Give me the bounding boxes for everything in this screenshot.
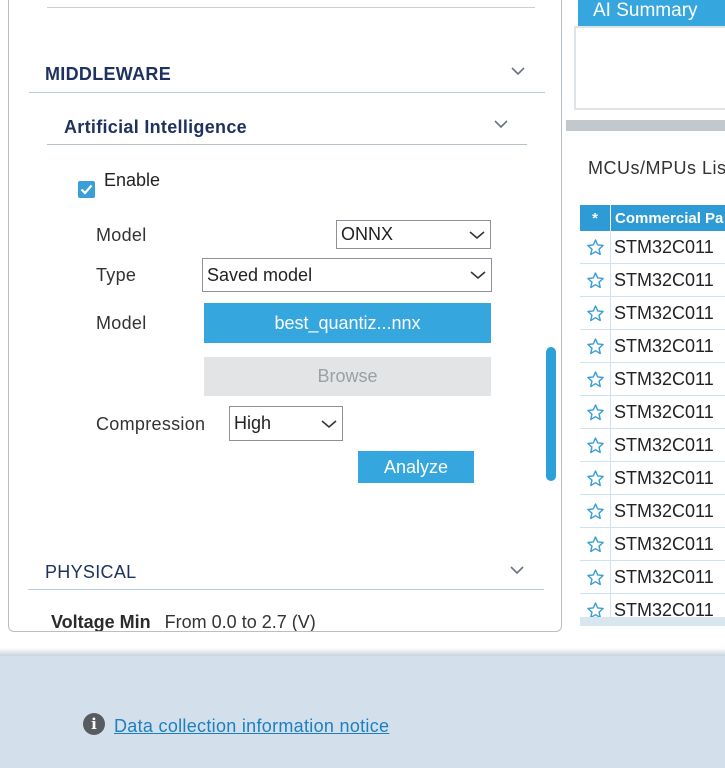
enable-checkbox[interactable]	[78, 181, 95, 198]
star-icon[interactable]	[580, 429, 611, 461]
star-icon[interactable]	[580, 297, 611, 329]
divider	[29, 92, 545, 93]
commercial-part-cell: STM32C011	[614, 533, 714, 554]
star-column-header[interactable]: *	[580, 205, 611, 231]
commercial-part-cell: STM32C011	[614, 269, 714, 290]
table-row[interactable]: STM32C011	[580, 561, 725, 594]
scrollbar-thumb[interactable]	[546, 347, 556, 481]
type-select-value: Saved model	[207, 264, 313, 285]
footer	[0, 656, 725, 768]
commercial-part-cell: STM32C011	[614, 434, 714, 455]
table-row[interactable]: STM32C011	[580, 264, 725, 297]
star-icon[interactable]	[580, 330, 611, 362]
physical-title[interactable]: PHYSICAL	[45, 562, 136, 583]
enable-label: Enable	[104, 170, 161, 190]
star-icon[interactable]	[580, 462, 611, 494]
footer-shadow	[0, 648, 725, 656]
commercial-part-cell: STM32C011	[614, 335, 714, 356]
chevron-down-icon[interactable]	[510, 563, 524, 577]
commercial-part-cell: STM32C011	[614, 401, 714, 422]
mcu-table: * Commercial Pa STM32C011 STM32C011 STM32C…	[580, 205, 725, 625]
chevron-down-icon	[464, 230, 490, 240]
divider	[47, 144, 527, 145]
chevron-down-icon[interactable]	[494, 117, 508, 131]
type-label: Type	[96, 265, 137, 285]
table-row[interactable]: STM32C011	[580, 297, 725, 330]
table-row[interactable]: STM32C011	[580, 429, 725, 462]
voltage-row-clip: Voltage Min From 0.0 to 2.7 (V)	[9, 600, 561, 631]
panel-splitter[interactable]	[566, 120, 725, 131]
star-icon[interactable]	[580, 396, 611, 428]
compression-label: Compression	[96, 414, 206, 434]
star-icon[interactable]	[580, 363, 611, 395]
star-icon[interactable]	[580, 231, 611, 263]
chevron-down-icon	[316, 419, 342, 429]
table-row[interactable]: STM32C011	[580, 495, 725, 528]
tab-ai-summary-label: AI Summary	[593, 0, 698, 21]
checkmark-icon	[80, 184, 93, 195]
star-icon[interactable]	[580, 561, 611, 593]
mcu-table-header: * Commercial Pa	[580, 205, 725, 231]
compression-select-value: High	[234, 413, 272, 433]
type-select[interactable]: Saved model	[202, 258, 492, 292]
model-select[interactable]: ONNX	[336, 220, 491, 249]
voltage-value: From 0.0 to 2.7 (V)	[164, 612, 316, 631]
table-row[interactable]: STM32C011	[580, 330, 725, 363]
commercial-part-cell: STM32C011	[614, 566, 714, 587]
divider	[28, 589, 544, 590]
commercial-part-cell: STM32C011	[614, 236, 714, 257]
star-icon[interactable]	[580, 528, 611, 560]
chevron-down-icon[interactable]	[511, 64, 525, 78]
ai-title: Artificial Intelligence	[64, 117, 247, 137]
ai-summary-content	[574, 26, 725, 110]
divider	[47, 7, 535, 8]
model-label: Model	[96, 225, 147, 245]
table-row[interactable]: STM32C011	[580, 396, 725, 429]
commercial-part-cell: STM32C011	[614, 302, 714, 323]
model-file-button[interactable]: best_quantiz...nnx	[204, 303, 491, 343]
table-row[interactable]: STM32C011	[580, 363, 725, 396]
star-icon[interactable]	[580, 495, 611, 527]
table-row[interactable]: STM32C011	[580, 231, 725, 264]
tab-ai-summary[interactable]: AI Summary	[578, 0, 725, 26]
commercial-part-cell: STM32C011	[614, 467, 714, 488]
commercial-part-cell: STM32C011	[614, 368, 714, 389]
mcus-list-title: MCUs/MPUs Lis	[588, 158, 725, 178]
data-collection-notice-link[interactable]: Data collection information notice	[114, 716, 389, 737]
middleware-title: MIDDLEWARE	[45, 64, 171, 84]
star-icon[interactable]	[580, 264, 611, 296]
middleware-section-header[interactable]: MIDDLEWARE	[45, 64, 171, 85]
analyze-button[interactable]: Analyze	[358, 451, 474, 483]
compression-select[interactable]: High	[229, 406, 343, 441]
commercial-part-cell: STM32C011	[614, 500, 714, 521]
model-file-label: Model	[96, 313, 147, 333]
chevron-down-icon	[465, 270, 491, 280]
model-select-value: ONNX	[341, 224, 394, 244]
ai-section-header[interactable]: Artificial Intelligence	[64, 117, 247, 138]
table-row[interactable]: STM32C011	[580, 462, 725, 495]
table-row[interactable]: STM32C011	[580, 528, 725, 561]
voltage-label: Voltage Min	[51, 612, 151, 631]
commercial-part-column-header[interactable]: Commercial Pa	[611, 205, 723, 231]
info-icon: i	[83, 713, 105, 735]
voltage-row: Voltage Min From 0.0 to 2.7 (V)	[51, 612, 316, 631]
browse-button[interactable]: Browse	[204, 357, 491, 396]
table-scrollbar[interactable]	[580, 617, 725, 626]
